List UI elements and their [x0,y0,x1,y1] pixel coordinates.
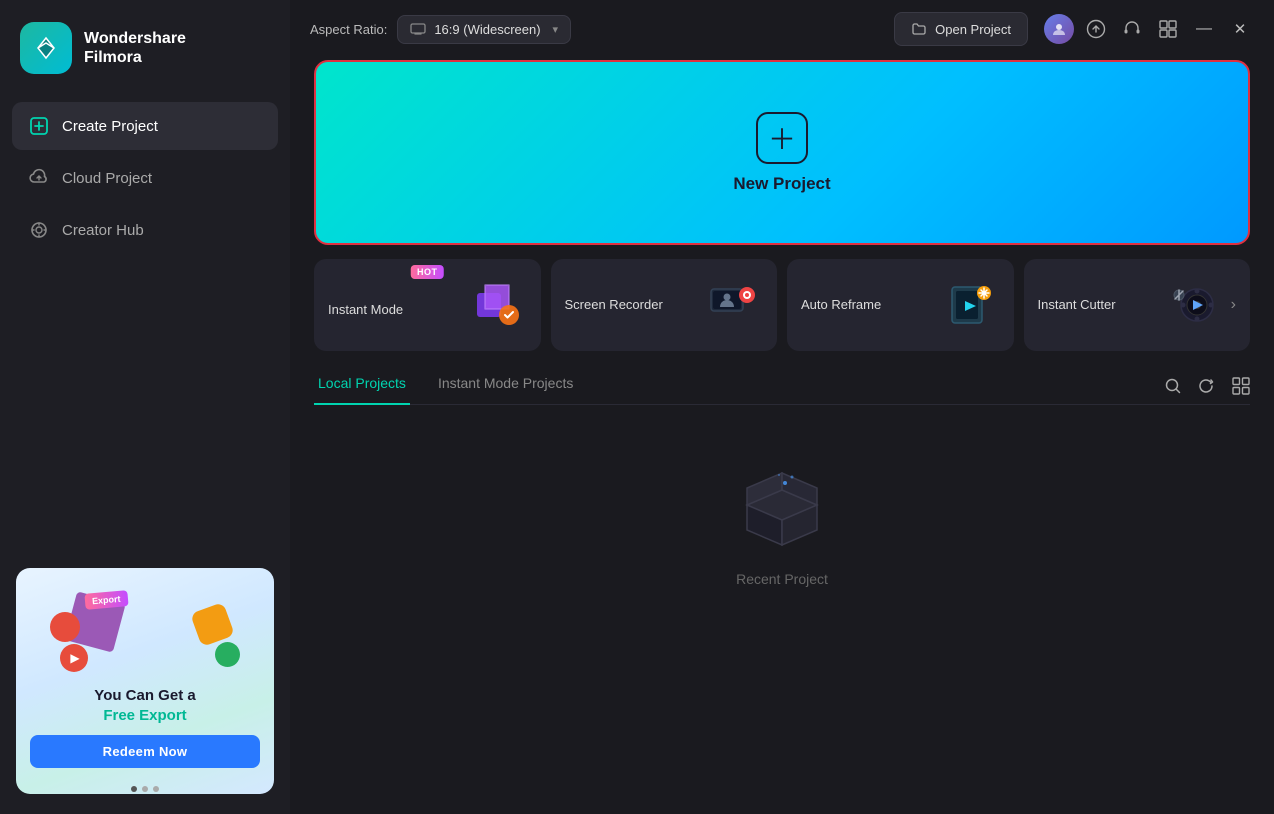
instant-mode-icon [467,275,527,335]
open-project-button[interactable]: Open Project [894,12,1028,46]
sidebar-item-create-project[interactable]: Create Project [12,102,278,150]
logo-icon [20,22,72,74]
new-project-plus-icon: ＋ [756,112,808,164]
refresh-button[interactable] [1198,377,1216,395]
instant-cutter-label: Instant Cutter [1038,297,1151,314]
empty-state: Recent Project [314,425,1250,607]
auto-reframe-icon [940,275,1000,335]
sidebar-item-cloud-project[interactable]: Cloud Project [12,154,278,202]
quick-tool-auto-reframe[interactable]: Auto Reframe [787,259,1014,351]
instant-mode-label: Instant Mode [328,292,459,319]
tab-instant-mode-projects[interactable]: Instant Mode Projects [434,367,577,405]
quick-tool-instant-cutter[interactable]: Instant Cutter [1024,259,1251,351]
app-name: Wondershare Filmora [84,29,186,67]
redeem-button[interactable]: Redeem Now [30,735,260,768]
screen-recorder-icon [703,275,763,335]
projects-section: Local Projects Instant Mode Projects [290,367,1274,814]
minimize-button[interactable]: — [1190,15,1218,43]
projects-tabs: Local Projects Instant Mode Projects [314,367,1250,405]
instant-cutter-icon [1159,275,1219,335]
new-project-label: New Project [733,174,830,194]
dropdown-arrow-icon: ▾ [553,23,559,36]
promo-art: Export ▶ [30,582,260,682]
promo-shape-orange [190,602,235,647]
topbar-right: Open Project [894,12,1254,46]
promo-shape-green [215,642,240,667]
quick-tool-screen-recorder[interactable]: Screen Recorder [551,259,778,351]
empty-box-icon [727,465,837,555]
aspect-ratio-value: 16:9 (Widescreen) [434,22,540,37]
app-name-line2: Filmora [84,48,186,67]
sidebar: Wondershare Filmora Create Project [0,0,290,814]
new-project-banner[interactable]: ＋ New Project [314,60,1250,245]
sidebar-creator-hub-label: Creator Hub [62,222,144,239]
promo-dot-1 [131,786,137,792]
promo-card: Export ▶ You Can Get a Free Export Redee… [16,568,274,794]
aspect-ratio-label: Aspect Ratio: [310,22,387,37]
sidebar-cloud-project-label: Cloud Project [62,170,152,187]
quick-tool-instant-mode[interactable]: HOT Instant Mode [314,259,541,351]
more-tools-chevron[interactable]: › [1231,296,1236,314]
topbar-left: Aspect Ratio: 16:9 (Widescreen) ▾ [310,15,571,44]
window-controls-group: — ✕ [1044,14,1254,44]
app-logo: Wondershare Filmora [0,0,290,102]
headset-icon[interactable] [1118,15,1146,43]
app-name-line1: Wondershare [84,29,186,48]
upload-icon[interactable] [1082,15,1110,43]
hot-badge: HOT [411,265,444,279]
main-content: Aspect Ratio: 16:9 (Widescreen) ▾ [290,0,1274,814]
empty-state-label: Recent Project [736,571,828,587]
sidebar-item-creator-hub[interactable]: Creator Hub [12,206,278,254]
layout-icon[interactable] [1154,15,1182,43]
auto-reframe-label: Auto Reframe [801,297,932,314]
tabs-right-controls [1164,377,1250,395]
quick-tools-row: HOT Instant Mode Screen Recorder [290,259,1274,351]
cloud-icon [28,167,50,189]
topbar: Aspect Ratio: 16:9 (Widescreen) ▾ [290,0,1274,54]
sidebar-create-project-label: Create Project [62,118,158,135]
aspect-ratio-dropdown[interactable]: 16:9 (Widescreen) ▾ [397,15,571,44]
promo-dot-3 [153,786,159,792]
promo-shape-red [50,612,80,642]
screen-recorder-label: Screen Recorder [565,297,696,314]
promo-line2: Free Export [103,707,186,724]
sidebar-nav: Create Project Cloud Project [0,102,290,254]
create-project-icon [28,115,50,137]
monitor-icon [410,23,426,35]
tab-local-projects[interactable]: Local Projects [314,367,410,405]
promo-line1: You Can Get a [94,687,195,704]
open-project-label: Open Project [935,22,1011,37]
creator-hub-icon [28,219,50,241]
promo-dots [16,786,274,792]
user-avatar[interactable] [1044,14,1074,44]
promo-dot-2 [142,786,148,792]
close-button[interactable]: ✕ [1226,15,1254,43]
grid-view-button[interactable] [1232,377,1250,395]
promo-headline: You Can Get a Free Export [94,686,195,725]
promo-play-icon: ▶ [60,644,88,672]
search-button[interactable] [1164,377,1182,395]
folder-icon [911,21,927,37]
